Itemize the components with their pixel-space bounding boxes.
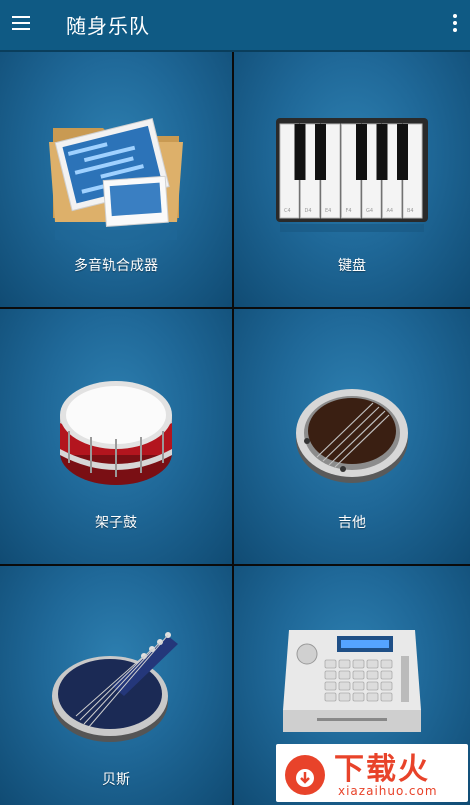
fire-logo-icon (285, 755, 325, 795)
tile-bass[interactable]: 贝斯 (0, 566, 234, 805)
piano-black-key (376, 124, 388, 180)
drum-pad (352, 670, 365, 680)
piano-keyboard-icon: C4 D4 E4 F4 G4 A4 B4 (276, 118, 428, 232)
drum-pad (352, 681, 365, 691)
drum-pad (324, 692, 337, 702)
piano-black-key (315, 124, 326, 180)
menu-icon[interactable] (10, 12, 34, 38)
tile-drum-kit[interactable]: 架子鼓 (0, 309, 234, 566)
piano-black-key (294, 124, 306, 180)
tile-label-multitrack: 多音轨合成器 (74, 258, 158, 274)
piano-key-label: C4 (284, 208, 291, 214)
drum-pad (366, 681, 379, 691)
watermark-name: 下载火 (334, 752, 430, 787)
piano-black-key (397, 124, 408, 180)
drum-pad (366, 692, 379, 702)
tile-label-bass: 贝斯 (102, 772, 130, 788)
instrument-grid: 多音轨合成器 C4 D4 E4 F4 G4 A4 B4 键盘 架子鼓 吉他 贝斯 (0, 52, 470, 805)
drum-pad (380, 692, 393, 702)
piano-black-key (356, 124, 367, 180)
drum-pad (338, 659, 351, 669)
drum-pad (366, 659, 379, 669)
tile-label-drum-kit: 架子鼓 (95, 515, 137, 531)
tile-label-guitar: 吉他 (338, 515, 366, 531)
drum-pad (324, 659, 337, 669)
bass-guitar-icon (52, 632, 178, 742)
drum-machine-icon (283, 630, 421, 732)
app-bar: 随身乐队 (0, 0, 470, 50)
drum-pad (338, 681, 351, 691)
drum-pad (380, 659, 393, 669)
app-title: 随身乐队 (66, 14, 150, 38)
drum-pad (338, 692, 351, 702)
drum-pad (324, 670, 337, 680)
drum-pad (352, 659, 365, 669)
watermark-badge: 下载火 xiazaihuo.com (276, 744, 468, 802)
piano-key-label: D4 (305, 208, 312, 214)
piano-key-label: E4 (325, 208, 331, 214)
tile-multitrack[interactable]: 多音轨合成器 (0, 52, 234, 309)
drum-pad (380, 670, 393, 680)
more-vert-icon[interactable] (452, 14, 458, 36)
piano-key-label: B4 (407, 208, 414, 214)
watermark-url: xiazaihuo.com (338, 784, 438, 798)
drum-pad (324, 681, 337, 691)
tile-keyboard[interactable]: C4 D4 E4 F4 G4 A4 B4 键盘 (234, 52, 470, 309)
drum-pad (380, 681, 393, 691)
tile-guitar[interactable]: 吉他 (234, 309, 470, 566)
piano-key-label: F4 (346, 208, 352, 214)
multitrack-folder-icon (49, 117, 183, 240)
guitar-icon (296, 389, 408, 483)
piano-key-label: G4 (366, 208, 373, 214)
drum-icon (60, 381, 172, 485)
drum-pad (352, 692, 365, 702)
piano-key-label: A4 (387, 208, 394, 214)
drum-pad (366, 670, 379, 680)
drum-pad (338, 670, 351, 680)
tile-label-keyboard: 键盘 (338, 258, 366, 274)
